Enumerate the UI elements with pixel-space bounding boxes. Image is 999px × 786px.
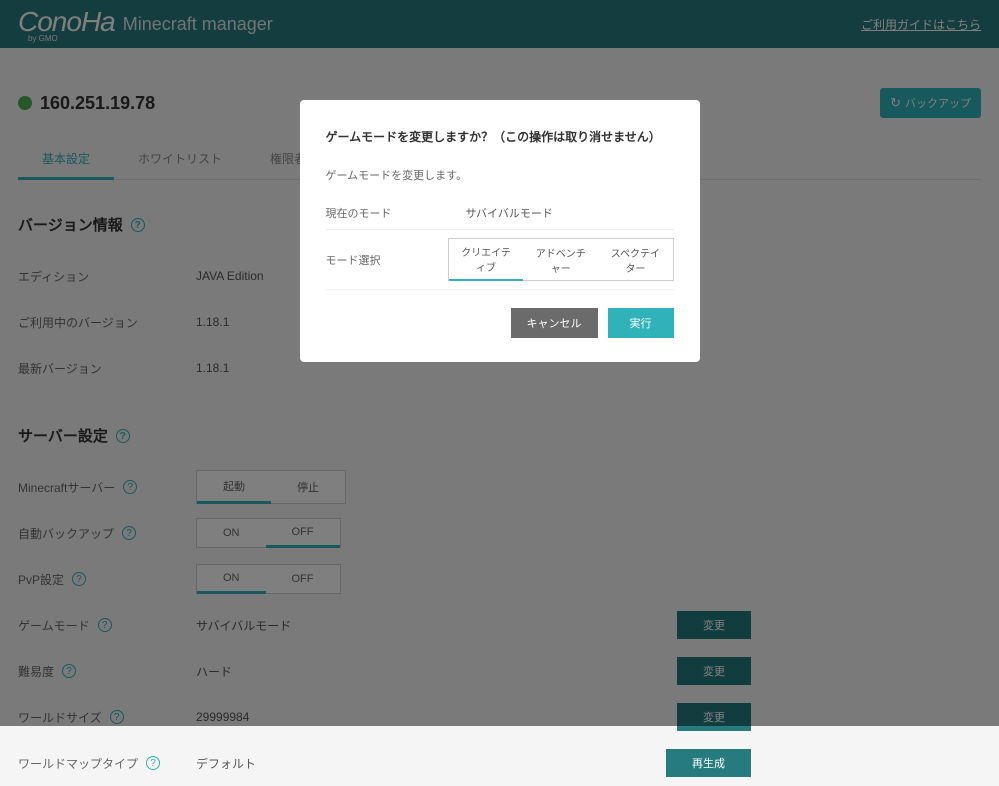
modal-current-label: 現在のモード (326, 205, 466, 221)
modal-desc: ゲームモードを変更します。 (326, 167, 674, 183)
help-icon[interactable]: ? (146, 756, 160, 770)
modal-title: ゲームモードを変更しますか？（この操作は取り消せません） (326, 128, 674, 145)
modal-actions: キャンセル 実行 (326, 308, 674, 338)
maptype-label: ワールドマップタイプ? (18, 755, 196, 772)
maptype-row: ワールドマップタイプ? デフォルト 再生成 (18, 740, 981, 786)
modal-current-row: 現在のモード サバイバルモード (326, 197, 674, 230)
mode-spectator-button[interactable]: スペクテイター (598, 239, 672, 280)
modal-select-row: モード選択 クリエイティブ アドベンチャー スペクテイター (326, 230, 674, 290)
modal-overlay[interactable]: ゲームモードを変更しますか？（この操作は取り消せません） ゲームモードを変更しま… (0, 0, 999, 726)
mode-select-toggle: クリエイティブ アドベンチャー スペクテイター (448, 238, 674, 281)
modal-select-label: モード選択 (326, 252, 448, 268)
execute-button[interactable]: 実行 (608, 308, 674, 338)
modal-current-value: サバイバルモード (466, 205, 553, 221)
mode-adventure-button[interactable]: アドベンチャー (523, 239, 598, 280)
maptype-regen-button[interactable]: 再生成 (666, 749, 751, 777)
mode-creative-button[interactable]: クリエイティブ (449, 239, 523, 281)
cancel-button[interactable]: キャンセル (511, 308, 598, 338)
gamemode-change-modal: ゲームモードを変更しますか？（この操作は取り消せません） ゲームモードを変更しま… (300, 100, 700, 362)
maptype-value: デフォルト (196, 755, 256, 772)
